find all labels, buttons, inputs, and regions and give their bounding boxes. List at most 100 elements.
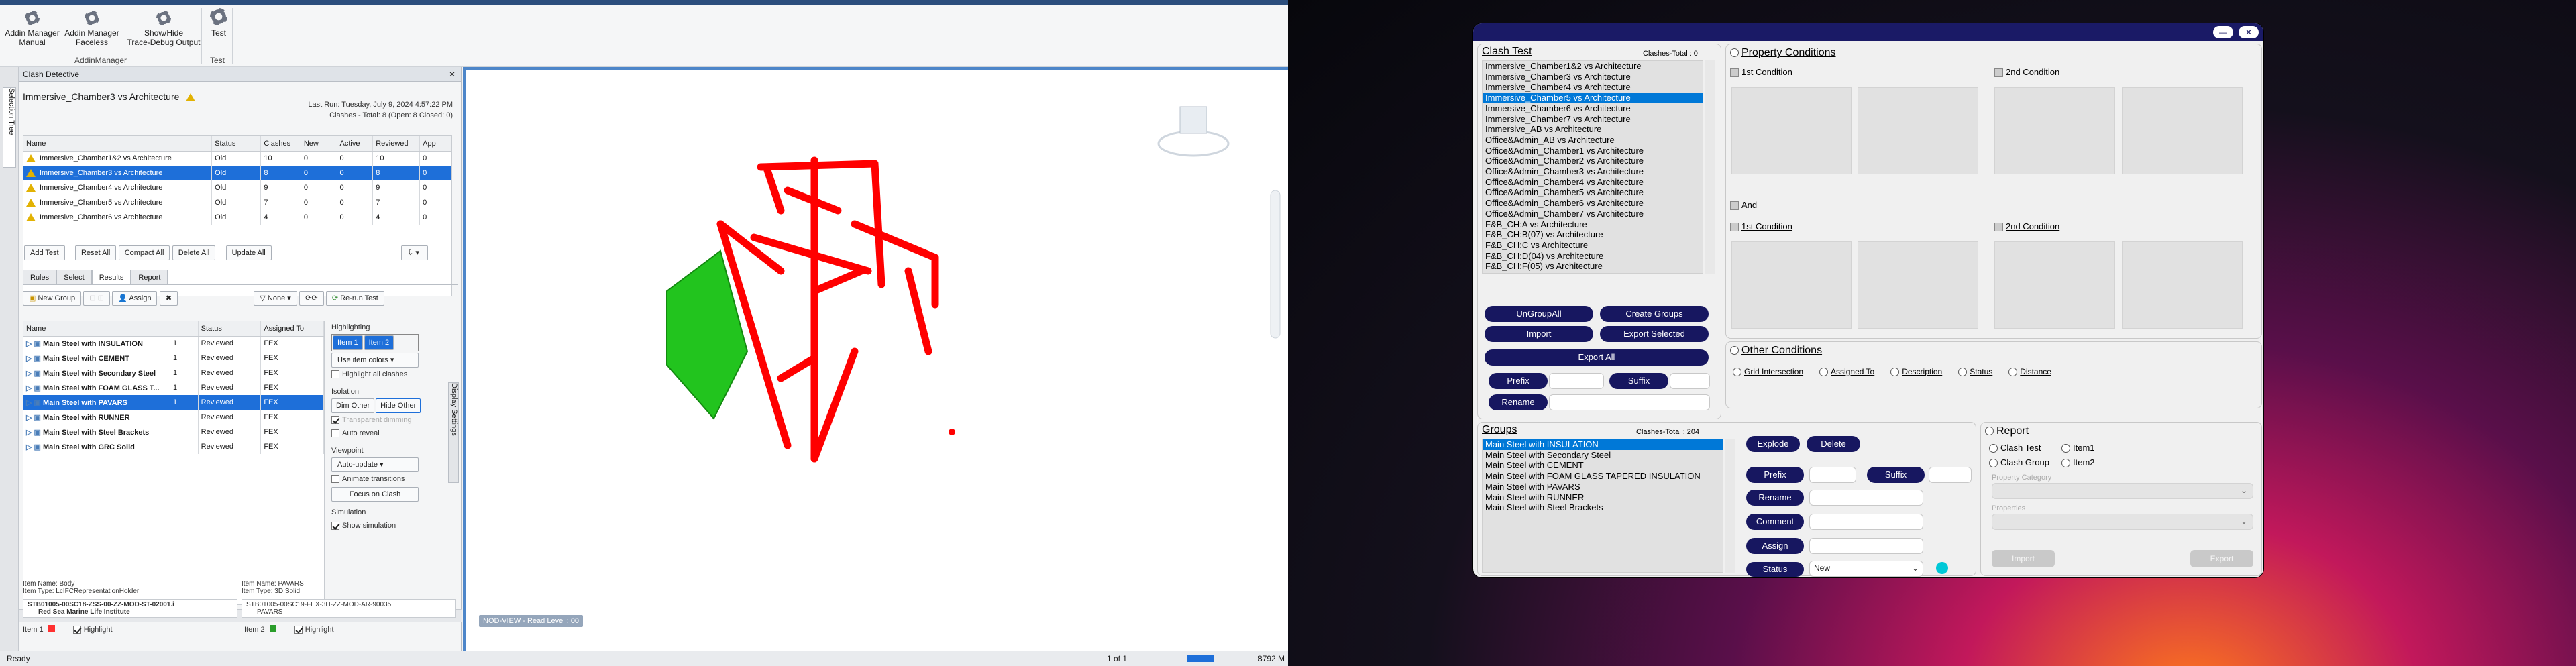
- table-row[interactable]: ▷ ▣ Main Steel with GRC Solid Reviewed FEX: [23, 439, 324, 454]
- export-menu-button[interactable]: ⇩ ▾: [401, 245, 429, 260]
- table-row[interactable]: ▷ ▣ Main Steel with Steel Brackets Review…: [23, 425, 324, 439]
- property-conditions-radio[interactable]: Property Conditions: [1730, 47, 1836, 59]
- prefix-input[interactable]: [1549, 373, 1604, 389]
- radio[interactable]: [1819, 368, 1829, 377]
- second-condition-check-2[interactable]: 2nd Condition: [1994, 221, 2059, 232]
- column-header[interactable]: [170, 321, 199, 337]
- first-condition-check[interactable]: 1st Condition: [1730, 67, 1792, 78]
- column-header[interactable]: Assigned To: [260, 321, 324, 337]
- list-item[interactable]: Immersive_Chamber1&2 vs Architecture: [1483, 61, 1703, 72]
- column-header[interactable]: Status: [211, 136, 262, 152]
- group-suffix-button[interactable]: Suffix: [1867, 467, 1925, 483]
- checkbox[interactable]: [331, 475, 339, 484]
- column-header[interactable]: Clashes: [260, 136, 301, 152]
- group-prefix-button[interactable]: Prefix: [1746, 467, 1804, 483]
- list-item[interactable]: Main Steel with CEMENT: [1483, 460, 1723, 471]
- compact-all-button[interactable]: Compact All: [118, 245, 170, 260]
- focus-on-clash-button[interactable]: Focus on Clash: [331, 487, 419, 502]
- group-action-button[interactable]: ⊟ ⊞: [83, 291, 110, 306]
- close-icon[interactable]: ✕: [449, 67, 455, 82]
- condition-field[interactable]: [1994, 87, 2115, 174]
- viewpoint-select[interactable]: Auto-update ▾: [331, 457, 419, 472]
- column-header[interactable]: Reviewed: [372, 136, 421, 152]
- second-condition-check[interactable]: 2nd Condition: [1994, 67, 2059, 78]
- list-item[interactable]: F&B_CH:C vs Architecture: [1483, 240, 1703, 251]
- 3d-viewport[interactable]: NOD-VIEW - Read Level : 00: [463, 67, 1288, 651]
- rename-button[interactable]: Rename: [1489, 394, 1548, 410]
- unassign-button[interactable]: ✖: [159, 291, 178, 306]
- list-item[interactable]: Immersive_Chamber5 vs Architecture: [1483, 93, 1703, 103]
- table-row[interactable]: Immersive_Chamber4 vs Architecture Old 9 0 0…: [23, 180, 451, 195]
- comment-input[interactable]: [1809, 514, 1923, 530]
- list-item[interactable]: Main Steel with INSULATION: [1483, 439, 1723, 450]
- delete-all-button[interactable]: Delete All: [172, 245, 216, 260]
- tab-report[interactable]: Report: [131, 270, 168, 284]
- other-conditions-radio[interactable]: Other Conditions: [1730, 345, 1822, 357]
- item2-toggle[interactable]: Item 2: [364, 335, 394, 350]
- report-import-button[interactable]: Import: [1992, 550, 2055, 567]
- list-item[interactable]: Immersive_Chamber3 vs Architecture: [1483, 72, 1703, 82]
- export-selected-button[interactable]: Export Selected: [1600, 326, 1709, 342]
- list-item[interactable]: Office&Admin_Chamber2 vs Architecture: [1483, 156, 1703, 166]
- list-item[interactable]: Main Steel with PAVARS: [1483, 482, 1723, 492]
- column-header[interactable]: Status: [198, 321, 262, 337]
- list-item[interactable]: Immersive_Chamber4 vs Architecture: [1483, 82, 1703, 93]
- groups-list[interactable]: Main Steel with INSULATION Main Steel wit…: [1482, 439, 1723, 573]
- table-row[interactable]: ▷ ▣ Main Steel with CEMENT 1 Reviewed FEX: [23, 351, 324, 366]
- list-item[interactable]: Immersive_AB vs Architecture: [1483, 124, 1703, 135]
- assign-group-button[interactable]: Assign: [1746, 538, 1804, 554]
- assign-input[interactable]: [1809, 538, 1923, 554]
- group-prefix-input[interactable]: [1809, 467, 1856, 483]
- ungroup-all-button[interactable]: UnGroupAll: [1485, 306, 1593, 322]
- group-suffix-input[interactable]: [1929, 467, 1972, 483]
- table-row[interactable]: Immersive_Chamber5 vs Architecture Old 7 0 0…: [23, 195, 451, 210]
- addin-manager-faceless-button[interactable]: Addin Manager Faceless: [62, 11, 122, 47]
- export-all-button[interactable]: Export All: [1485, 349, 1709, 366]
- minimize-button[interactable]: —: [2213, 26, 2233, 38]
- checkbox[interactable]: [1730, 68, 1739, 78]
- highlight-mode-select[interactable]: Use item colors ▾: [331, 353, 419, 368]
- checkbox[interactable]: [1994, 68, 2003, 78]
- column-header[interactable]: Name: [23, 136, 213, 152]
- table-row[interactable]: ▷ ▣ Main Steel with Secondary Steel 1 Revi…: [23, 366, 324, 380]
- checkbox[interactable]: [1994, 223, 2003, 232]
- add-test-button[interactable]: Add Test: [24, 245, 65, 260]
- checkbox[interactable]: [1730, 223, 1739, 232]
- condition-field[interactable]: [1858, 241, 1978, 329]
- explode-button[interactable]: Explode: [1746, 436, 1800, 452]
- test-button[interactable]: Test: [205, 8, 232, 38]
- other-condition-option[interactable]: Assigned To: [1819, 366, 1874, 377]
- radio[interactable]: [1989, 459, 1998, 468]
- report-export-button[interactable]: Export: [2190, 550, 2253, 567]
- addin-manager-manual-button[interactable]: Addin Manager Manual: [5, 11, 60, 47]
- list-item[interactable]: Main Steel with Secondary Steel: [1483, 450, 1723, 461]
- radio[interactable]: [2008, 368, 2018, 377]
- list-item[interactable]: Office&Admin_Chamber1 vs Architecture: [1483, 146, 1703, 156]
- column-header[interactable]: New: [301, 136, 337, 152]
- list-item[interactable]: Office&Admin_Chamber7 vs Architecture: [1483, 209, 1703, 219]
- create-groups-button[interactable]: Create Groups: [1600, 306, 1709, 322]
- report-option-clash-group[interactable]: Clash Group: [1989, 457, 2049, 468]
- report-option-item1[interactable]: Item1: [2061, 443, 2095, 453]
- table-row[interactable]: Immersive_Chamber3 vs Architecture Old 8 0 0…: [23, 166, 451, 180]
- column-header[interactable]: App: [419, 136, 451, 152]
- dim-other-button[interactable]: Dim Other: [331, 398, 375, 413]
- list-item[interactable]: F&B_CH:F(05) vs Architecture: [1483, 261, 1703, 272]
- checkbox[interactable]: [331, 416, 339, 425]
- properties-select[interactable]: ⌄: [1992, 514, 2253, 530]
- first-condition-check-2[interactable]: 1st Condition: [1730, 221, 1792, 232]
- prefix-button[interactable]: Prefix: [1489, 373, 1548, 389]
- other-condition-option[interactable]: Distance: [2008, 366, 2051, 377]
- scrollbar[interactable]: [1725, 439, 1735, 573]
- view-cube[interactable]: [1157, 106, 1230, 157]
- item1-tree[interactable]: STB01005-00SC18-ZSS-00-ZZ-MOD-ST-02001.i…: [23, 599, 237, 618]
- checkbox[interactable]: [331, 522, 339, 531]
- show-simulation-option[interactable]: Show simulation: [331, 519, 452, 533]
- rename-input[interactable]: [1549, 394, 1710, 410]
- status-select[interactable]: New ⌄: [1809, 561, 1923, 577]
- radio[interactable]: [1890, 368, 1900, 377]
- radio[interactable]: [1958, 368, 1968, 377]
- transparent-option[interactable]: Transparent dimming: [331, 413, 452, 427]
- radio[interactable]: [1989, 444, 1998, 453]
- refresh-button[interactable]: ⟳⟳: [299, 291, 324, 306]
